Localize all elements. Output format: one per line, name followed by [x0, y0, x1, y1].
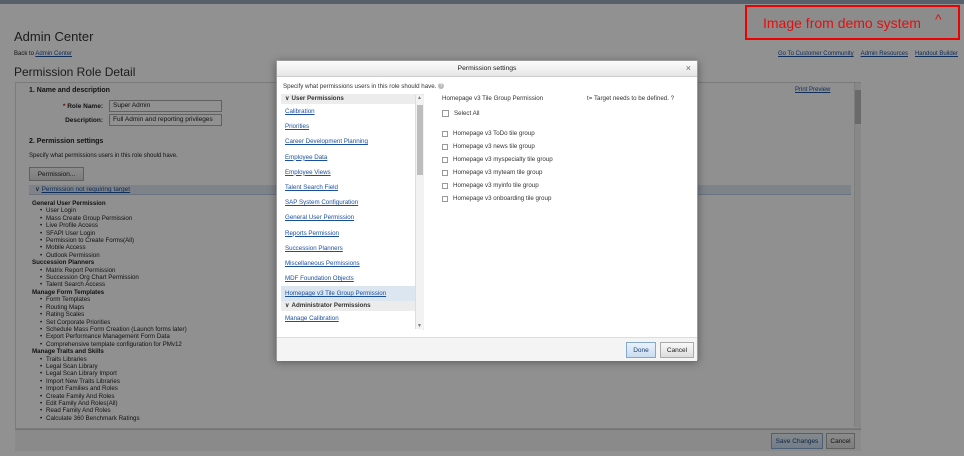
category-item[interactable]: Manage Calibration: [281, 311, 423, 326]
category-link[interactable]: MDF Foundation Objects: [285, 275, 354, 282]
tile-group-option[interactable]: Homepage v3 myspecialty tile group: [442, 156, 553, 163]
close-icon[interactable]: ×: [686, 63, 691, 73]
chevron-down-icon: ∨: [285, 302, 290, 310]
tile-group-checkbox[interactable]: [442, 195, 448, 202]
admin-permissions-label: Administrator Permissions: [291, 302, 371, 310]
tile-group-label: Homepage v3 myinfo tile group: [453, 182, 539, 189]
category-link[interactable]: Homepage v3 Tile Group Permission: [285, 290, 386, 297]
target-note: t= Target needs to be defined. ?: [587, 95, 674, 102]
chevron-down-icon: ∨: [285, 95, 290, 102]
tile-group-label: Homepage v3 myteam tile group: [453, 169, 543, 176]
help-icon[interactable]: ?: [438, 83, 445, 90]
category-link[interactable]: Reports Permission: [285, 230, 339, 237]
category-link[interactable]: Calibration: [285, 108, 315, 115]
tile-group-option[interactable]: Homepage v3 onboarding tile group: [442, 195, 551, 202]
category-item[interactable]: Miscellaneous Permissions: [281, 256, 423, 271]
dialog-intro-text: Specify what permissions users in this r…: [283, 83, 437, 90]
category-item[interactable]: Employee Data: [281, 150, 423, 165]
dialog-header: Permission settings ×: [277, 61, 697, 77]
admin-permissions-header[interactable]: ∨ Administrator Permissions: [281, 301, 423, 312]
scroll-down-icon[interactable]: ▼: [417, 323, 422, 329]
category-item[interactable]: Homepage v3 Tile Group Permission: [281, 286, 423, 302]
category-list-scrollbar[interactable]: ▲ ▼: [415, 95, 424, 329]
tile-group-label: Homepage v3 onboarding tile group: [453, 195, 552, 202]
category-item[interactable]: MDF Foundation Objects: [281, 271, 423, 286]
category-link[interactable]: Succession Planners: [285, 245, 343, 252]
category-item[interactable]: Calibration: [281, 104, 423, 119]
dialog-title: Permission settings: [457, 65, 517, 72]
tile-group-label: Homepage v3 ToDo tile group: [453, 130, 535, 137]
category-list-scroll-thumb[interactable]: [417, 105, 423, 175]
permission-settings-dialog: Permission settings × Specify what permi…: [276, 60, 698, 361]
category-item[interactable]: Talent Search Field: [281, 180, 423, 195]
caret-up-icon: ^: [935, 11, 942, 27]
select-all-checkbox[interactable]: [442, 110, 449, 117]
user-permissions-header[interactable]: ∨ User Permissions: [281, 94, 423, 104]
category-link[interactable]: SAP System Configuration: [285, 199, 358, 206]
tile-group-checkbox[interactable]: [442, 156, 448, 163]
category-link[interactable]: General User Permission: [285, 214, 354, 221]
permission-category-list: ∨ User Permissions Calibration Priorities Ca…: [281, 94, 424, 330]
category-item[interactable]: SAP System Configuration: [281, 195, 423, 210]
category-link[interactable]: Priorities: [285, 123, 309, 130]
tile-group-label: Homepage v3 myspecialty tile group: [453, 156, 553, 163]
dialog-footer: Done Cancel: [277, 337, 697, 361]
category-item[interactable]: Priorities: [281, 119, 423, 134]
category-item[interactable]: Career Development Planning: [281, 134, 423, 149]
tile-group-label: Homepage v3 news tile group: [453, 143, 535, 150]
dialog-intro: Specify what permissions users in this r…: [283, 83, 445, 90]
category-item[interactable]: Employee Views: [281, 165, 423, 180]
category-item[interactable]: General User Permission: [281, 210, 423, 225]
category-link[interactable]: Employee Data: [285, 154, 327, 161]
category-link[interactable]: Talent Search Field: [285, 184, 338, 191]
select-all-row[interactable]: Select All: [442, 110, 479, 117]
category-link[interactable]: Miscellaneous Permissions: [285, 260, 360, 267]
category-item[interactable]: Reports Permission: [281, 226, 423, 241]
user-permissions-label: User Permissions: [291, 95, 344, 102]
done-button[interactable]: Done: [626, 342, 656, 358]
tile-group-checkbox[interactable]: [442, 130, 448, 137]
category-link[interactable]: Career Development Planning: [285, 138, 368, 145]
demo-system-badge: Image from demo system: [745, 5, 960, 40]
category-link[interactable]: Manage Calibration: [285, 315, 339, 322]
tile-group-option[interactable]: Homepage v3 myinfo tile group: [442, 182, 539, 189]
tile-group-checkbox[interactable]: [442, 182, 448, 189]
select-all-label: Select All: [454, 110, 480, 117]
target-note-text: t= Target needs to be defined.: [587, 95, 669, 102]
category-item[interactable]: Succession Planners: [281, 241, 423, 256]
tile-group-option[interactable]: Homepage v3 myteam tile group: [442, 169, 542, 176]
category-link[interactable]: Employee Views: [285, 169, 331, 176]
help-icon[interactable]: ?: [671, 95, 674, 102]
tile-group-checkbox[interactable]: [442, 143, 448, 150]
scroll-up-icon[interactable]: ▲: [417, 95, 422, 101]
tile-group-heading: Homepage v3 Tile Group Permission: [442, 95, 544, 102]
tile-group-option[interactable]: Homepage v3 ToDo tile group: [442, 130, 535, 137]
tile-group-checkbox[interactable]: [442, 169, 448, 176]
tile-group-option[interactable]: Homepage v3 news tile group: [442, 143, 535, 150]
cancel-button[interactable]: Cancel: [660, 342, 694, 358]
